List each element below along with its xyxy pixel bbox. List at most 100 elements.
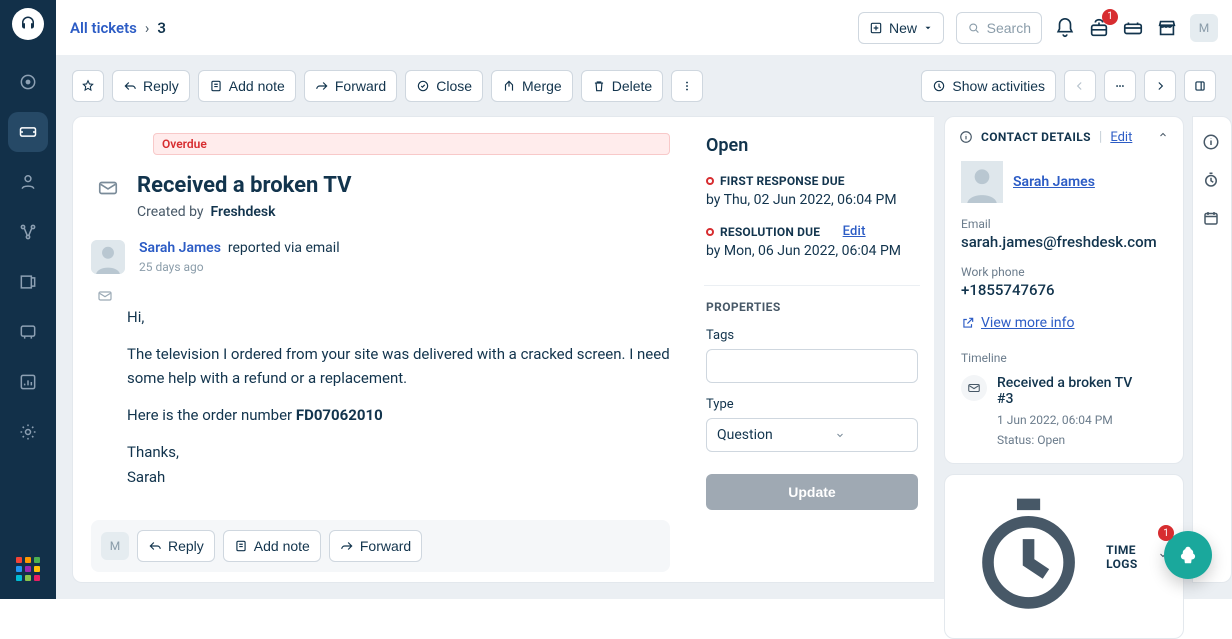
status-panel: Open FIRST RESPONSE DUE by Thu, 02 Jun 2…	[688, 116, 934, 583]
info-icon	[959, 130, 973, 144]
subscription-icon[interactable]	[1122, 17, 1144, 39]
timeline-item-status: Status: Open	[997, 433, 1132, 447]
mail-icon	[97, 288, 127, 308]
close-button[interactable]: Close	[405, 70, 483, 102]
reply-footer: M Reply Add note Forward	[91, 520, 670, 572]
close-label: Close	[436, 78, 472, 94]
external-link-icon	[961, 316, 975, 330]
type-select[interactable]: Question	[706, 418, 918, 452]
fab-badge: 1	[1158, 525, 1174, 541]
footer-forward-button[interactable]: Forward	[329, 530, 422, 562]
timer-widget-icon[interactable]	[1202, 171, 1222, 191]
merge-button[interactable]: Merge	[491, 70, 573, 102]
message-age: 25 days ago	[139, 260, 340, 274]
type-label: Type	[706, 397, 918, 412]
expand-button[interactable]	[1184, 70, 1216, 102]
left-nav	[0, 0, 56, 599]
breadcrumb-ticket-number: 3	[157, 19, 166, 37]
tags-label: Tags	[706, 328, 918, 343]
reply-label: Reply	[143, 78, 179, 94]
message-body: Hi, The television I ordered from your s…	[127, 306, 670, 504]
overdue-dot-icon	[706, 177, 714, 185]
mail-icon	[961, 375, 987, 401]
footer-reply-button[interactable]: Reply	[137, 530, 215, 562]
merge-label: Merge	[522, 78, 562, 94]
marketplace-icon[interactable]	[1156, 17, 1178, 39]
order-number: FD07062010	[296, 406, 383, 424]
profile-avatar[interactable]: M	[1190, 14, 1218, 42]
nav-contacts[interactable]	[8, 162, 48, 202]
breadcrumb-all-tickets[interactable]: All tickets	[70, 19, 137, 37]
reply-button[interactable]: Reply	[112, 70, 190, 102]
timeline-item-title: Received a broken TV	[997, 375, 1132, 391]
calendar-widget-icon[interactable]	[1202, 209, 1222, 229]
timeline-item-ref: #3	[997, 391, 1132, 407]
delete-label: Delete	[612, 78, 652, 94]
timeline-item-date: 1 Jun 2022, 06:04 PM	[997, 413, 1132, 427]
contact-name-link[interactable]: Sarah James	[1013, 174, 1095, 190]
forward-label: Forward	[335, 78, 386, 94]
footer-add-note-button[interactable]: Add note	[223, 530, 321, 562]
info-widget-icon[interactable]	[1202, 133, 1222, 153]
show-activities-button[interactable]: Show activities	[921, 70, 1056, 102]
breadcrumb: All tickets › 3	[70, 19, 166, 37]
nav-tickets[interactable]	[8, 112, 48, 152]
edit-contact-link[interactable]: Edit	[1110, 130, 1132, 145]
nav-admin[interactable]	[8, 412, 48, 452]
channel-email-icon	[97, 177, 121, 201]
edit-resolution-link[interactable]: Edit	[843, 224, 866, 239]
message-meta: Sarah James reported via email 25 days a…	[139, 240, 340, 274]
new-button[interactable]: New	[858, 12, 944, 44]
whats-new-icon[interactable]: 1	[1088, 17, 1110, 39]
timeline-item[interactable]: Received a broken TV #3 1 Jun 2022, 06:0…	[961, 375, 1167, 447]
add-note-button[interactable]: Add note	[198, 70, 296, 102]
collapse-icon[interactable]	[1157, 129, 1169, 145]
widget-rail	[1192, 116, 1232, 583]
overflow-button[interactable]	[1104, 70, 1136, 102]
next-ticket-button[interactable]	[1144, 70, 1176, 102]
time-logs-card: TIME LOGS	[944, 474, 1184, 639]
time-logs-heading: TIME LOGS	[1106, 543, 1149, 571]
agent-avatar: M	[101, 532, 129, 560]
show-activities-label: Show activities	[952, 78, 1045, 94]
nav-dashboard[interactable]	[8, 62, 48, 102]
app-logo	[12, 8, 44, 40]
properties-heading: PROPERTIES	[706, 300, 918, 314]
contact-details-card: CONTACT DETAILS | Edit Sarah James	[944, 116, 1184, 464]
tags-input[interactable]	[706, 349, 918, 383]
ticket-subject: Received a broken TV	[137, 173, 351, 198]
contact-details-heading: CONTACT DETAILS	[981, 130, 1091, 144]
nav-analytics[interactable]	[8, 362, 48, 402]
app-launcher-icon[interactable]	[16, 557, 40, 581]
view-more-link[interactable]: View more info	[961, 315, 1167, 331]
type-value: Question	[717, 427, 773, 443]
contact-email: sarah.james@freshdesk.com	[961, 233, 1167, 251]
requester-avatar	[91, 240, 125, 274]
created-by: Created by Freshdesk	[137, 204, 351, 220]
notifications-icon[interactable]	[1054, 17, 1076, 39]
forward-button[interactable]: Forward	[304, 70, 397, 102]
sla-resolution: RESOLUTION DUE Edit by Mon, 06 Jun 2022,…	[706, 224, 918, 259]
chevron-right-icon: ›	[145, 19, 150, 37]
overdue-dot-icon	[706, 228, 714, 236]
contact-avatar	[961, 161, 1003, 203]
add-note-label: Add note	[229, 78, 285, 94]
update-button[interactable]: Update	[706, 474, 918, 510]
star-button[interactable]	[72, 70, 104, 102]
apps-fab[interactable]: 1	[1164, 531, 1212, 579]
email-label: Email	[961, 217, 1167, 231]
contact-phone: +1855747676	[961, 281, 1167, 299]
nav-solutions[interactable]	[8, 262, 48, 302]
requester-name[interactable]: Sarah James	[139, 240, 221, 256]
nav-social[interactable]	[8, 312, 48, 352]
timeline-label: Timeline	[961, 351, 1167, 365]
prev-ticket-button[interactable]	[1064, 70, 1096, 102]
nav-automation[interactable]	[8, 212, 48, 252]
more-actions-button[interactable]	[671, 70, 703, 102]
chevron-down-icon	[834, 429, 846, 441]
delete-button[interactable]: Delete	[581, 70, 663, 102]
ticket-status: Open	[706, 135, 918, 156]
sla-first-response: FIRST RESPONSE DUE by Thu, 02 Jun 2022, …	[706, 174, 918, 208]
search-button[interactable]: Search	[956, 12, 1042, 44]
action-bar: Reply Add note Forward Close Merge Delet…	[72, 70, 1216, 102]
